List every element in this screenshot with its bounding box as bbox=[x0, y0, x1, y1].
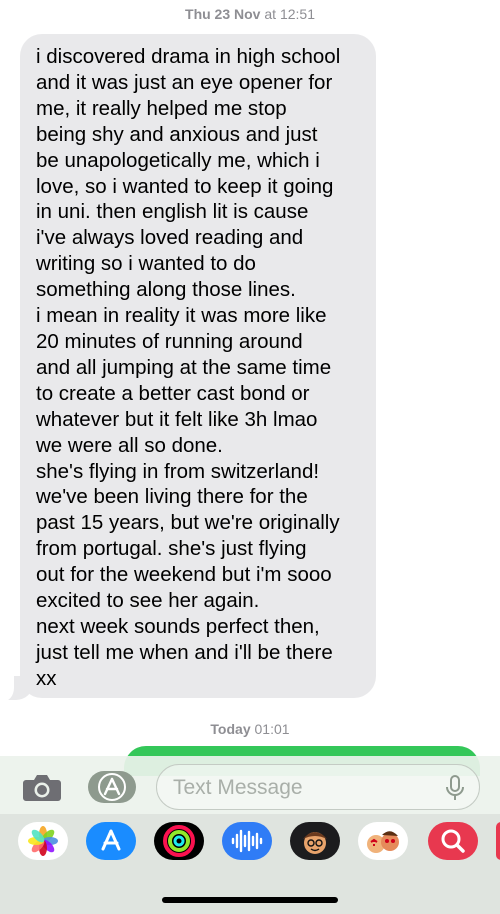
conversation-timestamp-today: Today 01:01 bbox=[0, 721, 500, 737]
fitness-app-icon[interactable] bbox=[154, 822, 204, 860]
timestamp-day: Today bbox=[210, 721, 251, 737]
message-text-line: whatever but it felt like 3h lmao bbox=[36, 407, 318, 431]
message-text-field[interactable] bbox=[156, 764, 480, 810]
timestamp-time: at 12:51 bbox=[264, 6, 315, 22]
message-text-line: we've been living there for the bbox=[36, 485, 308, 509]
message-text-line: xx bbox=[36, 666, 57, 690]
timestamp-time: 01:01 bbox=[254, 721, 290, 737]
message-text-line: i discovered drama in high school bbox=[36, 45, 341, 68]
message-text-line: i've always loved reading and bbox=[36, 226, 304, 250]
audio-message-app-icon[interactable] bbox=[222, 822, 272, 860]
message-text-line: love, so i wanted to keep it going bbox=[36, 174, 334, 198]
incoming-message-bubble[interactable]: i discovered drama in high school and it … bbox=[20, 34, 376, 698]
message-text-line: being shy and anxious and just bbox=[36, 122, 318, 146]
timestamp-day: Thu 23 Nov bbox=[185, 6, 261, 22]
camera-icon[interactable] bbox=[22, 771, 62, 803]
message-text-line: next week sounds perfect then, bbox=[36, 614, 320, 638]
message-text-line: excited to see her again. bbox=[36, 589, 260, 613]
more-apps-icon[interactable] bbox=[496, 822, 500, 860]
message-text-line: past 15 years, but we're originally bbox=[36, 511, 340, 535]
message-text-line: in uni. then english lit is cause bbox=[36, 200, 309, 224]
microphone-icon[interactable] bbox=[443, 774, 467, 802]
message-text-line: we were all so done. bbox=[36, 433, 223, 457]
message-input[interactable] bbox=[173, 775, 433, 801]
home-indicator bbox=[162, 897, 338, 903]
message-text-line: 20 minutes of running around bbox=[36, 329, 303, 353]
photos-app-icon[interactable] bbox=[18, 822, 68, 860]
message-text-line: i mean in reality it was more like bbox=[36, 304, 327, 328]
message-text-line: be unapologetically me, which i bbox=[36, 148, 320, 172]
message-text-line: from portugal. she's just flying bbox=[36, 537, 307, 561]
message-text-line: she's flying in from switzerland! bbox=[36, 459, 320, 483]
message-text-line: me, it really helped me stop bbox=[36, 96, 287, 120]
app-store-icon[interactable] bbox=[88, 771, 136, 803]
app-store-app-icon[interactable] bbox=[86, 822, 136, 860]
message-text-line: to create a better cast bond or bbox=[36, 381, 310, 405]
conversation-timestamp: Thu 23 Nov at 12:51 bbox=[0, 6, 500, 22]
message-text-line: something along those lines. bbox=[36, 278, 296, 302]
memoji-stickers-app-icon[interactable] bbox=[358, 822, 408, 860]
image-search-app-icon[interactable] bbox=[428, 822, 478, 860]
memoji-app-icon[interactable] bbox=[290, 822, 340, 860]
message-text-line: and it was just an eye opener for bbox=[36, 70, 333, 94]
message-text-line: writing so i wanted to do bbox=[36, 252, 256, 276]
message-text-line: just tell me when and i'll be there bbox=[36, 640, 333, 664]
message-text-line: and all jumping at the same time bbox=[36, 355, 332, 379]
message-text-line: out for the weekend but i'm sooo bbox=[36, 563, 332, 587]
